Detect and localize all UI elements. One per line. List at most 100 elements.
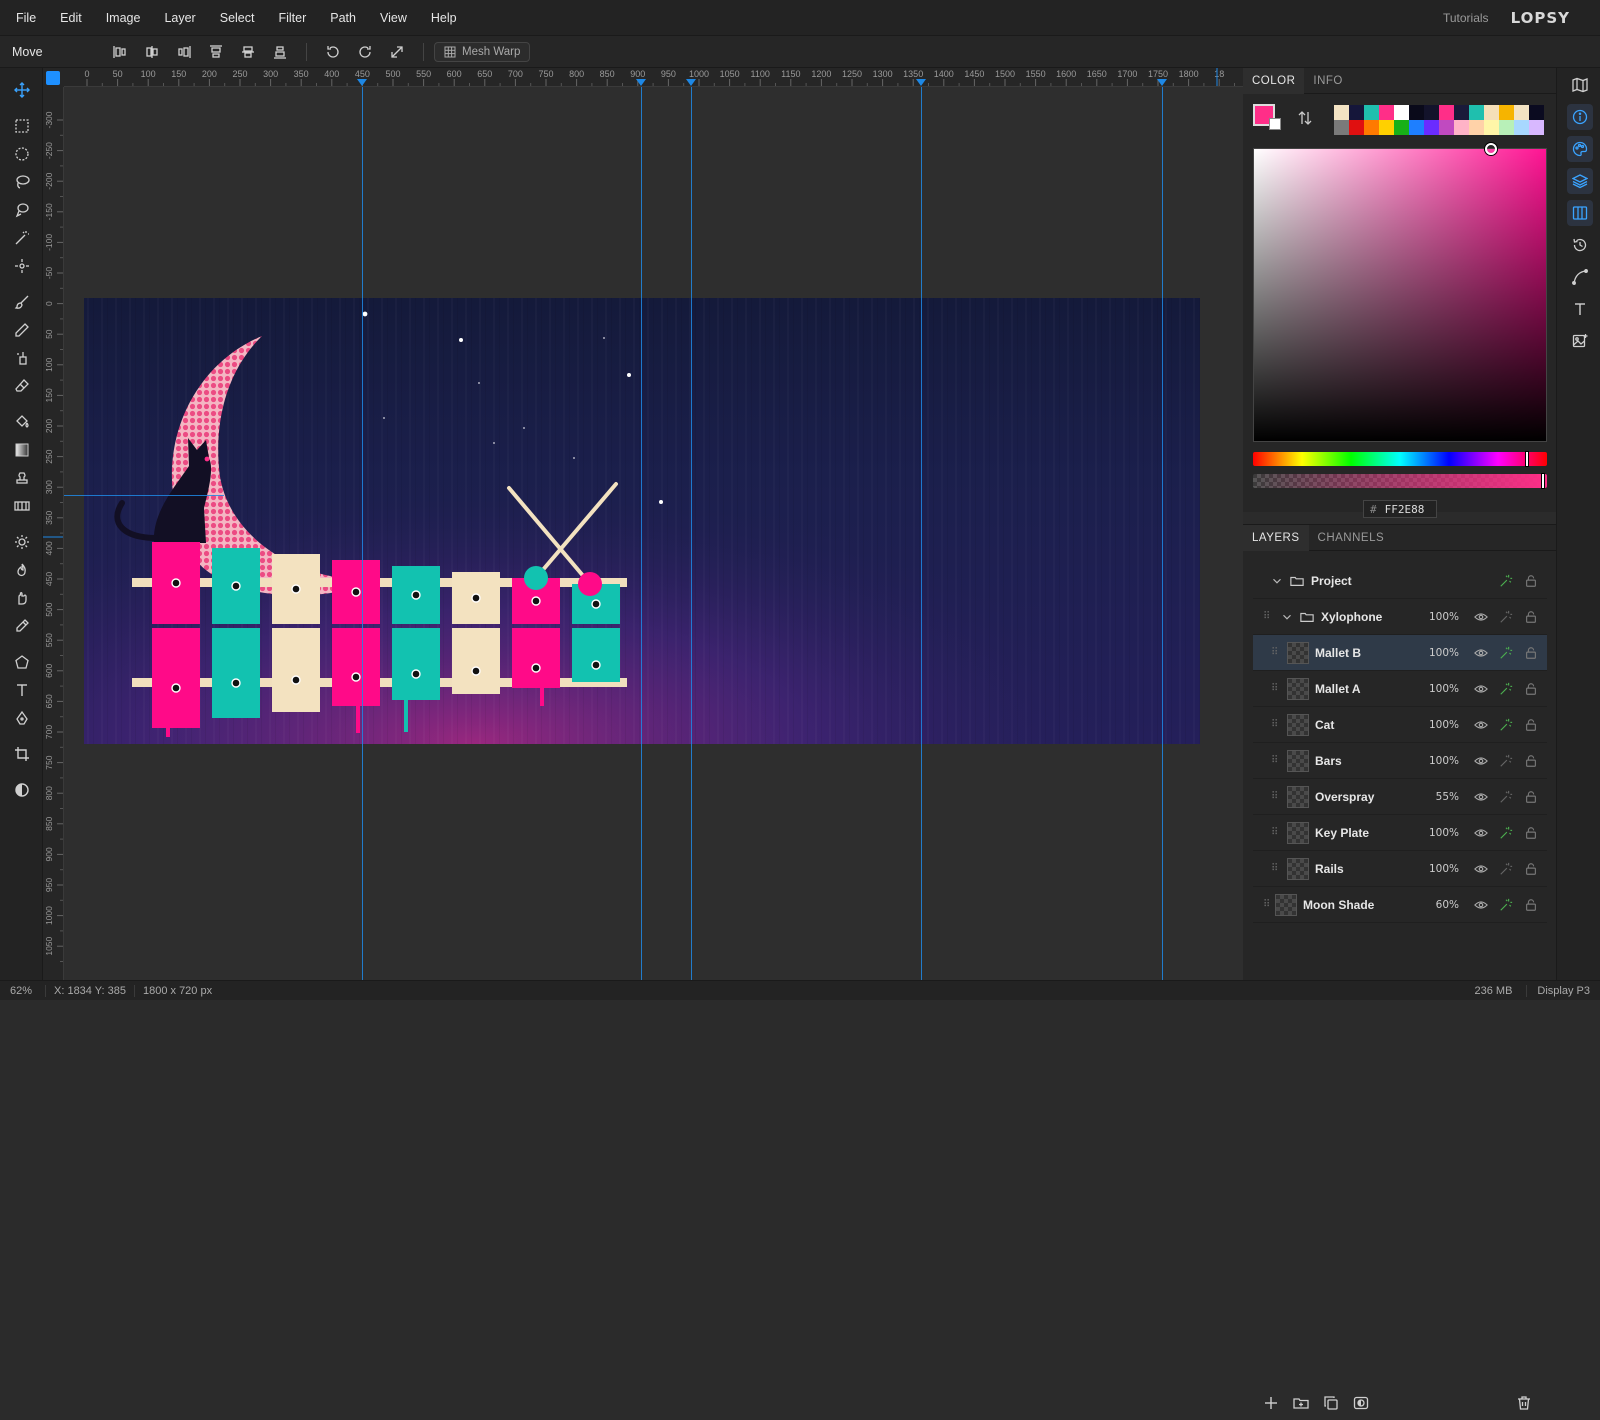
menu-edit[interactable]: Edit xyxy=(48,11,94,25)
color-swatch[interactable] xyxy=(1334,105,1349,120)
effects-icon[interactable] xyxy=(1498,789,1514,805)
eye-icon[interactable] xyxy=(1473,789,1489,805)
layer-opacity[interactable]: 100% xyxy=(1429,863,1459,875)
align-right-icon[interactable] xyxy=(168,40,200,64)
menu-file[interactable]: File xyxy=(0,11,48,25)
align-top-icon[interactable] xyxy=(200,40,232,64)
color-swatch[interactable] xyxy=(1379,105,1394,120)
guide-vertical[interactable] xyxy=(921,87,922,980)
rect-select-icon[interactable] xyxy=(8,113,36,139)
magnetic-lasso-icon[interactable] xyxy=(8,197,36,223)
menu-filter[interactable]: Filter xyxy=(266,11,318,25)
layer-opacity[interactable]: 100% xyxy=(1429,611,1459,623)
lock-icon[interactable] xyxy=(1523,609,1539,625)
tab-layers[interactable]: LAYERS xyxy=(1243,524,1309,551)
quick-select-icon[interactable] xyxy=(8,253,36,279)
new-group-icon[interactable] xyxy=(1293,1395,1309,1414)
color-swatch[interactable] xyxy=(1484,105,1499,120)
drag-handle-icon[interactable]: ⠿ xyxy=(1271,863,1281,874)
gradient-icon[interactable] xyxy=(8,437,36,463)
layer-opacity[interactable]: 100% xyxy=(1429,719,1459,731)
contrast-icon[interactable] xyxy=(8,777,36,803)
color-swatch[interactable] xyxy=(1514,120,1529,135)
color-swatch[interactable] xyxy=(1529,120,1544,135)
filmstrip-icon[interactable] xyxy=(8,493,36,519)
mesh-warp-button[interactable]: Mesh Warp xyxy=(434,41,531,62)
effects-icon[interactable] xyxy=(1498,897,1514,913)
layer-group-row[interactable]: Project xyxy=(1253,563,1547,599)
layer-row[interactable]: ⠿ Rails 100% xyxy=(1253,851,1547,887)
chevron-down-icon[interactable] xyxy=(1269,573,1285,589)
color-swatch[interactable] xyxy=(1349,120,1364,135)
dodge-icon[interactable] xyxy=(8,529,36,555)
color-swatch[interactable] xyxy=(1529,105,1544,120)
eye-icon[interactable] xyxy=(1473,753,1489,769)
stamp-icon[interactable] xyxy=(8,465,36,491)
ruler-origin[interactable] xyxy=(46,71,60,85)
guide-marker[interactable] xyxy=(357,79,367,86)
curve-icon[interactable] xyxy=(1567,264,1593,290)
pencil-icon[interactable] xyxy=(8,317,36,343)
alpha-slider[interactable] xyxy=(1253,473,1547,489)
guide-vertical[interactable] xyxy=(691,87,692,980)
type-icon[interactable] xyxy=(8,677,36,703)
lock-icon[interactable] xyxy=(1523,861,1539,877)
lock-icon[interactable] xyxy=(1523,681,1539,697)
vertical-ruler[interactable]: -300 -250 -200 -150 -100 -50 0 50 100 150 200 250 30… xyxy=(43,87,64,980)
color-swatch[interactable] xyxy=(1409,120,1424,135)
effects-icon[interactable] xyxy=(1498,645,1514,661)
chevron-down-icon[interactable] xyxy=(1279,609,1295,625)
pen-icon[interactable] xyxy=(8,705,36,731)
move-icon[interactable] xyxy=(8,77,36,103)
layer-row[interactable]: ⠿ Bars 100% xyxy=(1253,743,1547,779)
lock-icon[interactable] xyxy=(1523,573,1539,589)
brush-icon[interactable] xyxy=(8,289,36,315)
guide-marker[interactable] xyxy=(686,79,696,86)
map-icon[interactable] xyxy=(1567,72,1593,98)
drag-handle-icon[interactable]: ⠿ xyxy=(1263,899,1273,910)
eye-icon[interactable] xyxy=(1473,861,1489,877)
swatch-grid[interactable] xyxy=(1334,105,1544,135)
palette-icon[interactable] xyxy=(1567,136,1593,162)
mask-icon[interactable] xyxy=(1353,1395,1369,1414)
guide-vertical[interactable] xyxy=(1162,87,1163,980)
color-picker-handle[interactable] xyxy=(1485,143,1497,155)
eye-icon[interactable] xyxy=(1473,897,1489,913)
color-swatch[interactable] xyxy=(1514,105,1529,120)
color-swatch[interactable] xyxy=(1454,120,1469,135)
swap-colors-icon[interactable] xyxy=(1297,110,1315,128)
color-swatch[interactable] xyxy=(1484,120,1499,135)
menu-help[interactable]: Help xyxy=(419,11,469,25)
color-swatch[interactable] xyxy=(1409,105,1424,120)
color-swatch[interactable] xyxy=(1424,105,1439,120)
layers-icon[interactable] xyxy=(1567,168,1593,194)
menu-view[interactable]: View xyxy=(368,11,419,25)
alpha-slider-handle[interactable] xyxy=(1541,473,1545,489)
color-swatch[interactable] xyxy=(1334,120,1349,135)
lasso-icon[interactable] xyxy=(8,169,36,195)
layer-group-row[interactable]: ⠿ Xylophone 100% xyxy=(1253,599,1547,635)
color-picker-field[interactable] xyxy=(1253,143,1547,442)
crop-icon[interactable] xyxy=(8,741,36,767)
color-swatch[interactable] xyxy=(1394,120,1409,135)
color-swatch[interactable] xyxy=(1364,120,1379,135)
color-swatch[interactable] xyxy=(1349,105,1364,120)
color-swatch[interactable] xyxy=(1499,105,1514,120)
layer-opacity[interactable]: 100% xyxy=(1429,683,1459,695)
hue-slider-handle[interactable] xyxy=(1525,451,1529,467)
bucket-icon[interactable] xyxy=(8,409,36,435)
guide-vertical[interactable] xyxy=(362,87,363,980)
layer-opacity[interactable]: 100% xyxy=(1429,647,1459,659)
drag-handle-icon[interactable]: ⠿ xyxy=(1271,683,1281,694)
eye-icon[interactable] xyxy=(1473,717,1489,733)
align-hcenter-icon[interactable] xyxy=(136,40,168,64)
layer-opacity[interactable]: 60% xyxy=(1436,899,1459,911)
canvas-area[interactable] xyxy=(64,87,1243,980)
text-icon[interactable] xyxy=(1567,296,1593,322)
color-swatch[interactable] xyxy=(1499,120,1514,135)
info-icon[interactable] xyxy=(1567,104,1593,130)
clone-icon[interactable] xyxy=(8,345,36,371)
lock-icon[interactable] xyxy=(1523,753,1539,769)
expand-icon[interactable] xyxy=(381,40,413,64)
color-swatch[interactable] xyxy=(1439,120,1454,135)
